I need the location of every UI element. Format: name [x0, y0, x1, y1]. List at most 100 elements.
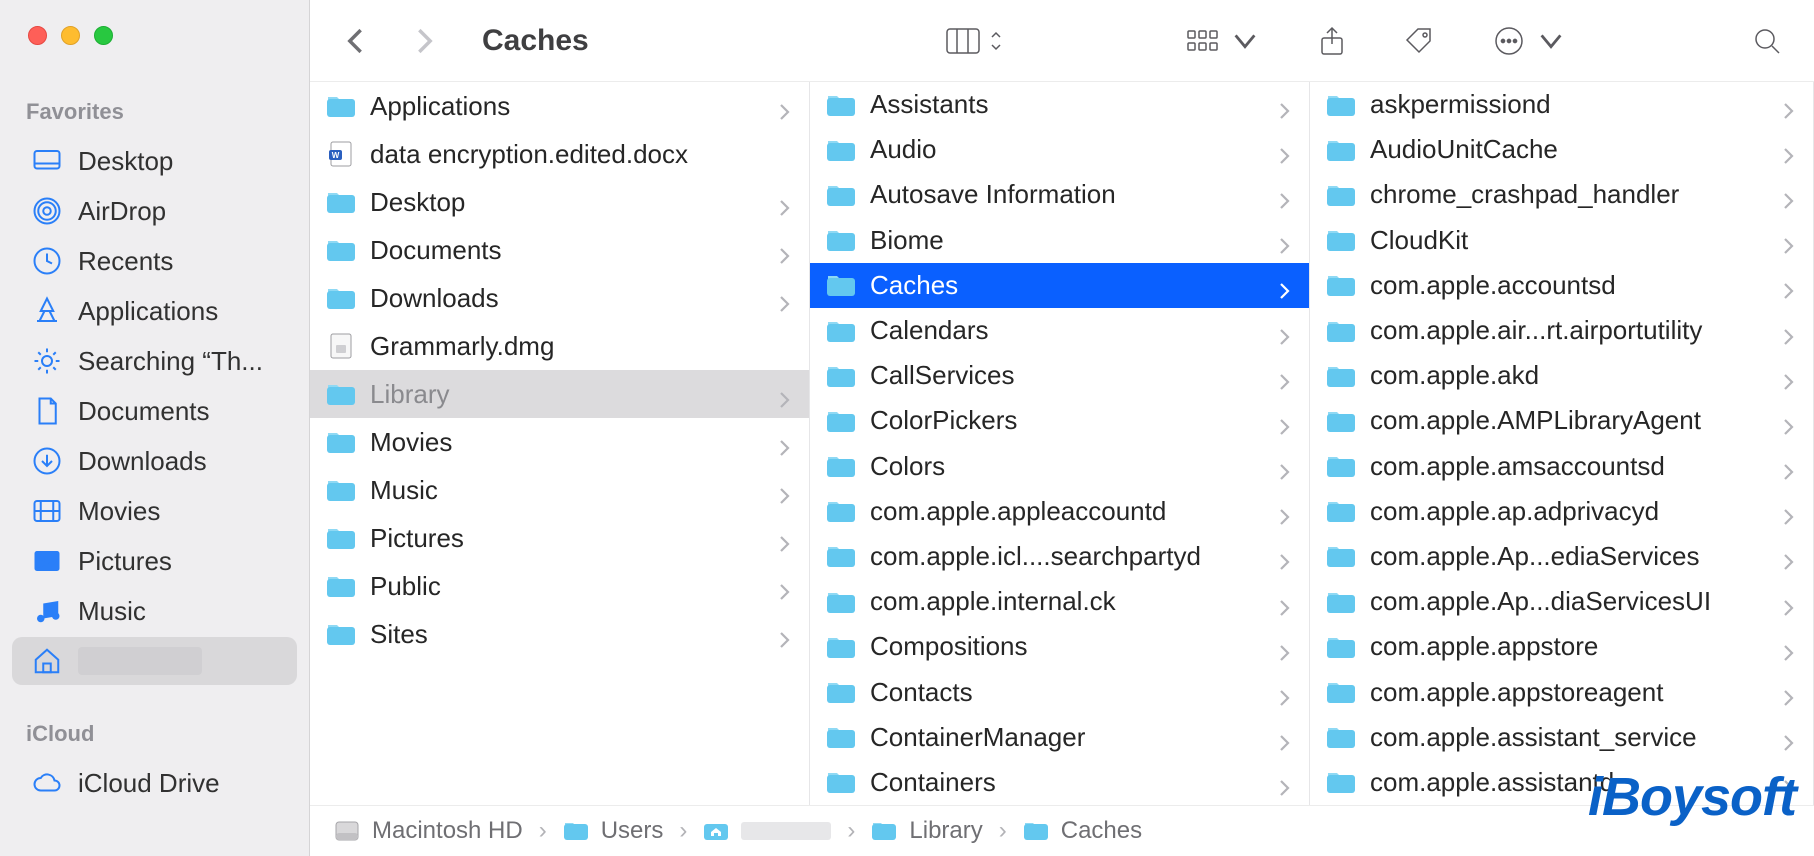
file-row[interactable]: CloudKit [1310, 218, 1813, 263]
folder-icon [826, 408, 856, 434]
path-separator: › [995, 817, 1011, 845]
chevron-right-icon [1277, 773, 1291, 791]
chevron-right-icon [1781, 412, 1795, 430]
file-row[interactable]: Compositions [810, 624, 1309, 669]
gear-icon [32, 346, 62, 376]
file-row[interactable]: com.apple.akd [1310, 353, 1813, 398]
folder-icon [1326, 724, 1356, 750]
file-row[interactable]: CallServices [810, 353, 1309, 398]
file-row[interactable]: Public [310, 562, 809, 610]
file-row[interactable]: com.apple.ap.adprivacyd [1310, 489, 1813, 534]
file-row[interactable]: Pictures [310, 514, 809, 562]
file-row[interactable]: Biome [810, 218, 1309, 263]
sidebar-item-airdrop[interactable]: AirDrop [12, 187, 297, 235]
search-button[interactable] [1750, 26, 1784, 56]
sidebar-item-music[interactable]: Music [12, 587, 297, 635]
view-columns-button[interactable] [946, 26, 1004, 56]
file-row[interactable]: com.apple.amsaccountsd [1310, 444, 1813, 489]
chevron-right-icon [777, 193, 791, 211]
file-row[interactable]: Documents [310, 226, 809, 274]
tags-button[interactable] [1402, 26, 1436, 56]
file-row[interactable]: data encryption.edited.docx [310, 130, 809, 178]
file-row[interactable]: Sites [310, 610, 809, 658]
sidebar: Favorites Desktop AirDrop Recents Applic… [0, 0, 310, 856]
close-window-button[interactable] [28, 26, 47, 45]
file-name: CallServices [870, 360, 1263, 391]
file-name: com.apple.assistant_service [1370, 722, 1767, 753]
download-icon [32, 446, 62, 476]
sidebar-item-film[interactable]: Movies [12, 487, 297, 535]
file-row[interactable]: com.apple.accountsd [1310, 263, 1813, 308]
sidebar-item-home[interactable] [12, 637, 297, 685]
file-row[interactable]: chrome_crashpad_handler [1310, 172, 1813, 217]
chevron-right-icon [1781, 683, 1795, 701]
sidebar-item-doc[interactable]: Documents [12, 387, 297, 435]
file-row[interactable]: Autosave Information [810, 172, 1309, 217]
file-name: Documents [370, 235, 763, 266]
chevron-right-icon [1781, 502, 1795, 520]
folder-icon [326, 237, 356, 263]
file-row[interactable]: Downloads [310, 274, 809, 322]
file-row[interactable]: Music [310, 466, 809, 514]
file-row[interactable]: com.apple.icl....searchpartyd [810, 534, 1309, 579]
file-row[interactable]: com.apple.assistantd [1310, 760, 1813, 805]
cloud-icon [32, 768, 62, 798]
file-row[interactable]: com.apple.air...rt.airportutility [1310, 308, 1813, 353]
nav-back-button[interactable] [340, 25, 372, 57]
file-row[interactable]: com.apple.appstore [1310, 624, 1813, 669]
sidebar-item-gear[interactable]: Searching “Th... [12, 337, 297, 385]
file-row[interactable]: Desktop [310, 178, 809, 226]
file-row[interactable]: Containers [810, 760, 1309, 805]
file-name: askpermissiond [1370, 89, 1767, 120]
chevron-right-icon [1277, 457, 1291, 475]
sidebar-item-desktop[interactable]: Desktop [12, 137, 297, 185]
sidebar-item-apps[interactable]: Applications [12, 287, 297, 335]
file-row[interactable]: com.apple.appstoreagent [1310, 669, 1813, 714]
doc-icon [32, 396, 62, 426]
file-row[interactable]: Audio [810, 127, 1309, 172]
file-row[interactable]: com.apple.internal.ck [810, 579, 1309, 624]
file-row[interactable]: AudioUnitCache [1310, 127, 1813, 172]
chevron-right-icon [1277, 728, 1291, 746]
file-row[interactable]: Assistants [810, 82, 1309, 127]
zoom-window-button[interactable] [94, 26, 113, 45]
chevron-right-icon [777, 577, 791, 595]
nav-forward-button[interactable] [408, 25, 440, 57]
file-row[interactable]: com.apple.Ap...ediaServices [1310, 534, 1813, 579]
path-bar: Macintosh HD› Users› › Library› Caches [310, 806, 1814, 856]
file-row[interactable]: askpermissiond [1310, 82, 1813, 127]
sidebar-item-clock[interactable]: Recents [12, 237, 297, 285]
folder-icon [826, 272, 856, 298]
file-row[interactable]: ColorPickers [810, 398, 1309, 443]
file-row[interactable]: Movies [310, 418, 809, 466]
apps-icon [32, 296, 62, 326]
group-by-button[interactable] [1186, 26, 1262, 56]
file-row[interactable]: Colors [810, 444, 1309, 489]
folder-icon [1326, 543, 1356, 569]
file-row[interactable]: Applications [310, 82, 809, 130]
folder-icon [826, 589, 856, 615]
file-row[interactable]: com.apple.Ap...diaServicesUI [1310, 579, 1813, 624]
action-menu-button[interactable] [1492, 26, 1568, 56]
file-row[interactable]: ContainerManager [810, 715, 1309, 760]
sidebar-item-cloud[interactable]: iCloud Drive [12, 759, 297, 807]
minimize-window-button[interactable] [61, 26, 80, 45]
file-name: Applications [370, 91, 763, 122]
file-row[interactable]: Library [310, 370, 809, 418]
chevron-right-icon [1277, 638, 1291, 656]
sidebar-item-picture[interactable]: Pictures [12, 537, 297, 585]
file-row[interactable]: com.apple.assistant_service [1310, 715, 1813, 760]
window-title: Caches [482, 24, 589, 58]
file-row[interactable]: Grammarly.dmg [310, 322, 809, 370]
chevron-right-icon [1781, 231, 1795, 249]
file-row[interactable]: Calendars [810, 308, 1309, 353]
file-name: CloudKit [1370, 225, 1767, 256]
file-row[interactable]: com.apple.appleaccountd [810, 489, 1309, 534]
sidebar-item-download[interactable]: Downloads [12, 437, 297, 485]
file-row[interactable]: Contacts [810, 669, 1309, 714]
sidebar-item-label: Desktop [78, 146, 173, 177]
share-button[interactable] [1318, 25, 1346, 57]
file-row[interactable]: Caches [810, 263, 1309, 308]
file-row[interactable]: com.apple.AMPLibraryAgent [1310, 398, 1813, 443]
file-name: com.apple.appstoreagent [1370, 677, 1767, 708]
